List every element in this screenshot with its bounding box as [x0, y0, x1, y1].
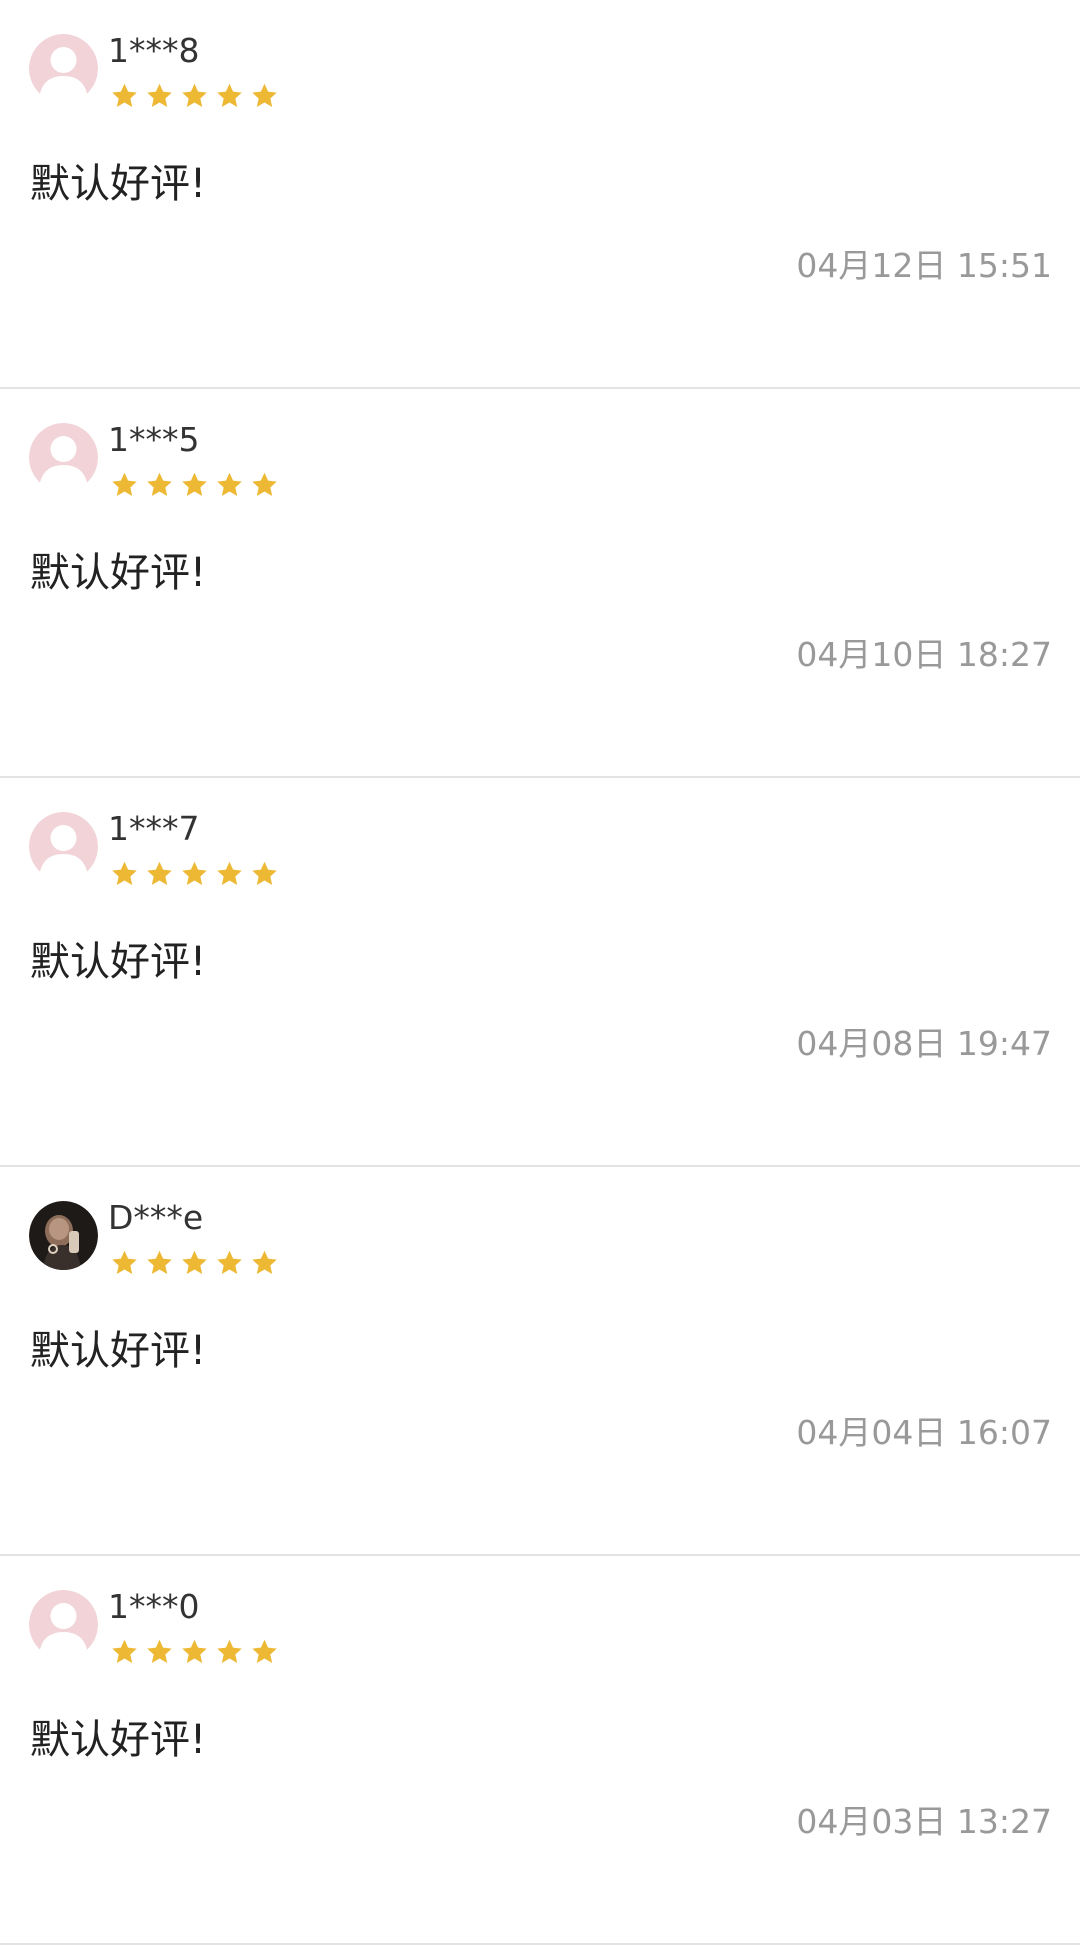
star-rating [110, 1249, 279, 1277]
review-timestamp: 04月12日 15:51 [796, 246, 1052, 285]
default-avatar-icon[interactable] [29, 34, 98, 103]
review-item: 1***8 默认好评! 04月12日 15:51 [0, 0, 1080, 389]
star-icon [112, 1639, 137, 1663]
star-icon [182, 83, 207, 107]
star-icon [182, 1639, 207, 1663]
reviewer-name: 1***5 [108, 420, 200, 459]
star-icon [252, 83, 277, 107]
star-rating [110, 860, 279, 888]
star-icon [252, 1639, 277, 1663]
star-icon [182, 472, 207, 496]
star-rating [110, 82, 279, 110]
star-icon [112, 1250, 137, 1274]
star-icon [112, 472, 137, 496]
review-item: 1***5 默认好评! 04月10日 18:27 [0, 389, 1080, 778]
default-avatar-icon[interactable] [29, 1590, 98, 1659]
photo-avatar-icon[interactable] [29, 1201, 98, 1270]
review-list: 1***8 默认好评! 04月12日 15:51 1***5 默认好评! 04月… [0, 0, 1080, 1945]
review-timestamp: 04月04日 16:07 [796, 1413, 1052, 1452]
review-timestamp: 04月10日 18:27 [796, 635, 1052, 674]
star-icon [217, 861, 242, 885]
star-icon [147, 1639, 172, 1663]
star-icon [182, 1250, 207, 1274]
default-avatar-icon[interactable] [29, 812, 98, 881]
review-item: 1***7 默认好评! 04月08日 19:47 [0, 778, 1080, 1167]
review-timestamp: 04月03日 13:27 [796, 1802, 1052, 1841]
star-icon [147, 83, 172, 107]
star-icon [217, 83, 242, 107]
review-content: 默认好评! [30, 161, 207, 207]
star-icon [217, 1250, 242, 1274]
star-icon [112, 83, 137, 107]
star-icon [147, 472, 172, 496]
star-icon [182, 861, 207, 885]
default-avatar-icon[interactable] [29, 423, 98, 492]
reviewer-name: D***e [108, 1198, 204, 1237]
star-icon [252, 472, 277, 496]
star-rating [110, 1638, 279, 1666]
reviewer-name: 1***7 [108, 809, 200, 848]
reviewer-name: 1***8 [108, 31, 200, 70]
star-icon [252, 861, 277, 885]
review-content: 默认好评! [30, 550, 207, 596]
review-timestamp: 04月08日 19:47 [796, 1024, 1052, 1063]
star-rating [110, 471, 279, 499]
review-item: D***e 默认好评! 04月04日 16:07 [0, 1167, 1080, 1556]
reviewer-name: 1***0 [108, 1587, 200, 1626]
review-content: 默认好评! [30, 939, 207, 985]
star-icon [217, 1639, 242, 1663]
star-icon [217, 472, 242, 496]
review-content: 默认好评! [30, 1328, 207, 1374]
star-icon [112, 861, 137, 885]
star-icon [147, 1250, 172, 1274]
review-item: 1***0 默认好评! 04月03日 13:27 [0, 1556, 1080, 1945]
review-content: 默认好评! [30, 1717, 207, 1763]
star-icon [147, 861, 172, 885]
star-icon [252, 1250, 277, 1274]
